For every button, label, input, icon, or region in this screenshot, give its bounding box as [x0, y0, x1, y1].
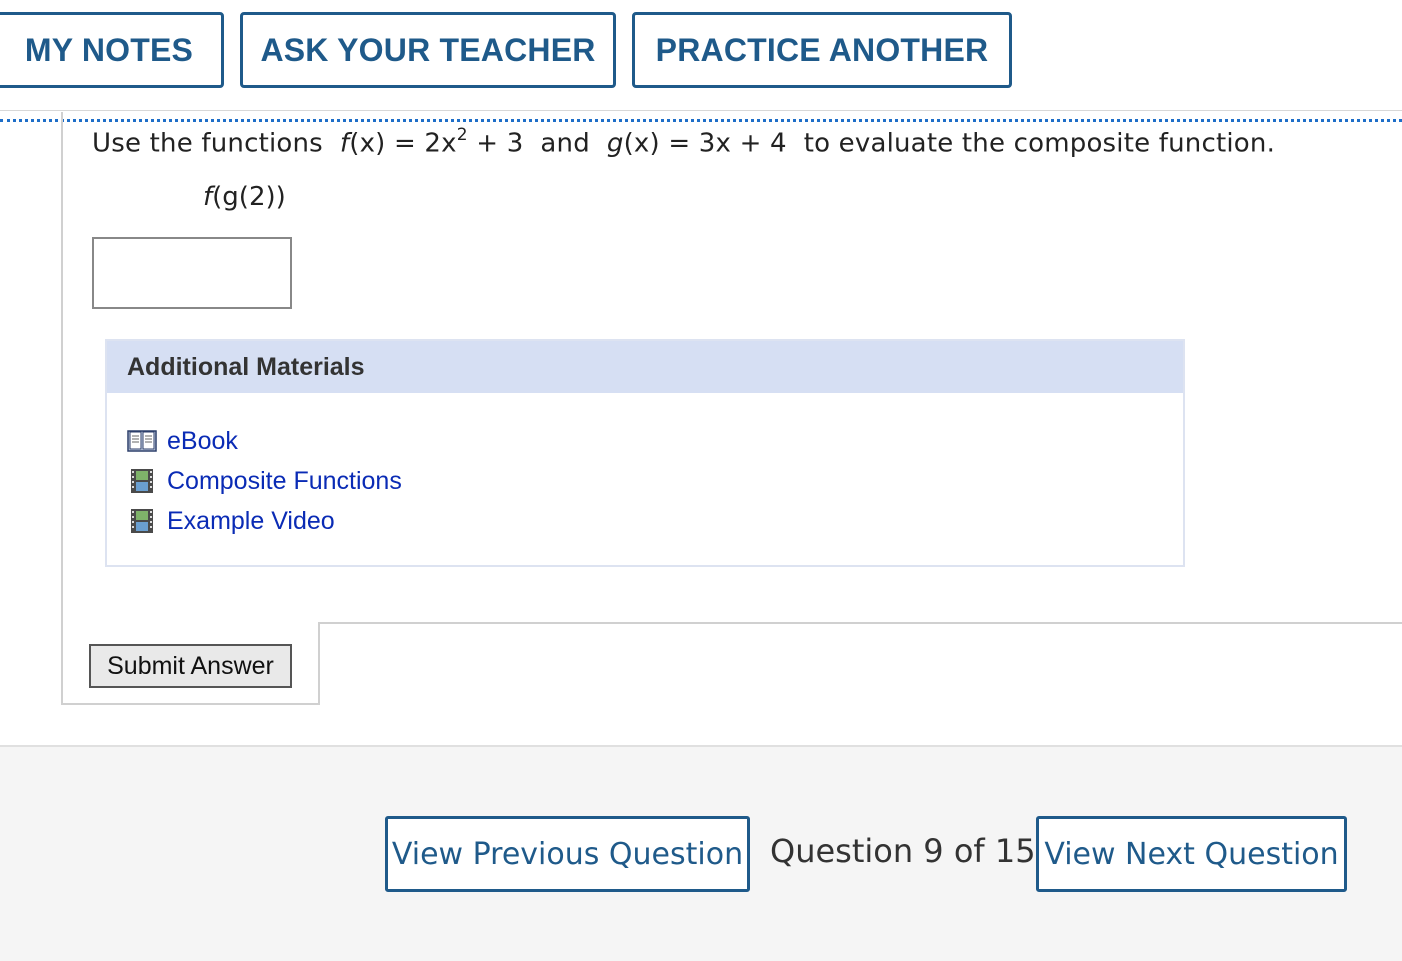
f-exponent: 2 [456, 125, 468, 145]
ask-teacher-button[interactable]: ASK YOUR TEACHER [240, 12, 616, 88]
material-link-example-video[interactable]: Example Video [127, 501, 402, 541]
expr-close: )) [265, 182, 286, 212]
panel-border-left [61, 112, 63, 705]
view-previous-question-button[interactable]: View Previous Question [385, 816, 750, 892]
panel-border-bottom [61, 703, 320, 705]
question-navigation-footer: View Previous Question Question 9 of 15 … [0, 745, 1402, 961]
view-next-question-button[interactable]: View Next Question [1036, 816, 1347, 892]
book-icon [127, 428, 157, 454]
material-link-composite-functions[interactable]: Composite Functions [127, 461, 402, 501]
f-tail: + 3 [467, 128, 524, 159]
composite-expression: f(g(2)) [203, 182, 286, 212]
g-arg: (x) [623, 128, 660, 159]
answer-input[interactable] [92, 237, 292, 309]
question-suffix: to evaluate the composite function. [803, 128, 1276, 159]
film-icon [127, 508, 157, 534]
panel-border-notch [318, 622, 320, 705]
g-name: g [606, 128, 624, 159]
expr-outer: f [203, 182, 213, 212]
and-word: and [540, 128, 590, 159]
practice-another-button[interactable]: PRACTICE ANOTHER [632, 12, 1012, 88]
question-text: Use the functions f(x) = 2x2 + 3 and g(x… [92, 125, 1276, 159]
question-prefix: Use the functions [92, 128, 323, 159]
materials-list: eBook Composite Functions Example Video [127, 421, 402, 541]
question-dotted-rule [0, 119, 1402, 122]
g-equation: = 3x + 4 [659, 128, 787, 159]
additional-materials-header: Additional Materials [107, 341, 1183, 393]
toolbar-divider [0, 110, 1402, 111]
f-equation: = 2x [385, 128, 457, 159]
film-icon [127, 468, 157, 494]
expr-num: 2 [248, 182, 266, 212]
submit-answer-button[interactable]: Submit Answer [89, 644, 292, 688]
expr-inner: (g( [212, 182, 249, 212]
material-label: Example Video [167, 506, 335, 535]
additional-materials-panel: Additional Materials eBook Composite Fun… [105, 339, 1185, 567]
material-label: Composite Functions [167, 466, 402, 495]
material-link-ebook[interactable]: eBook [127, 421, 402, 461]
f-arg: (x) [349, 128, 386, 159]
f-name: f [339, 128, 350, 159]
panel-border-notch-top [318, 622, 1402, 624]
my-notes-button[interactable]: MY NOTES [0, 12, 224, 88]
question-counter: Question 9 of 15 [770, 832, 1036, 870]
material-label: eBook [167, 426, 238, 455]
